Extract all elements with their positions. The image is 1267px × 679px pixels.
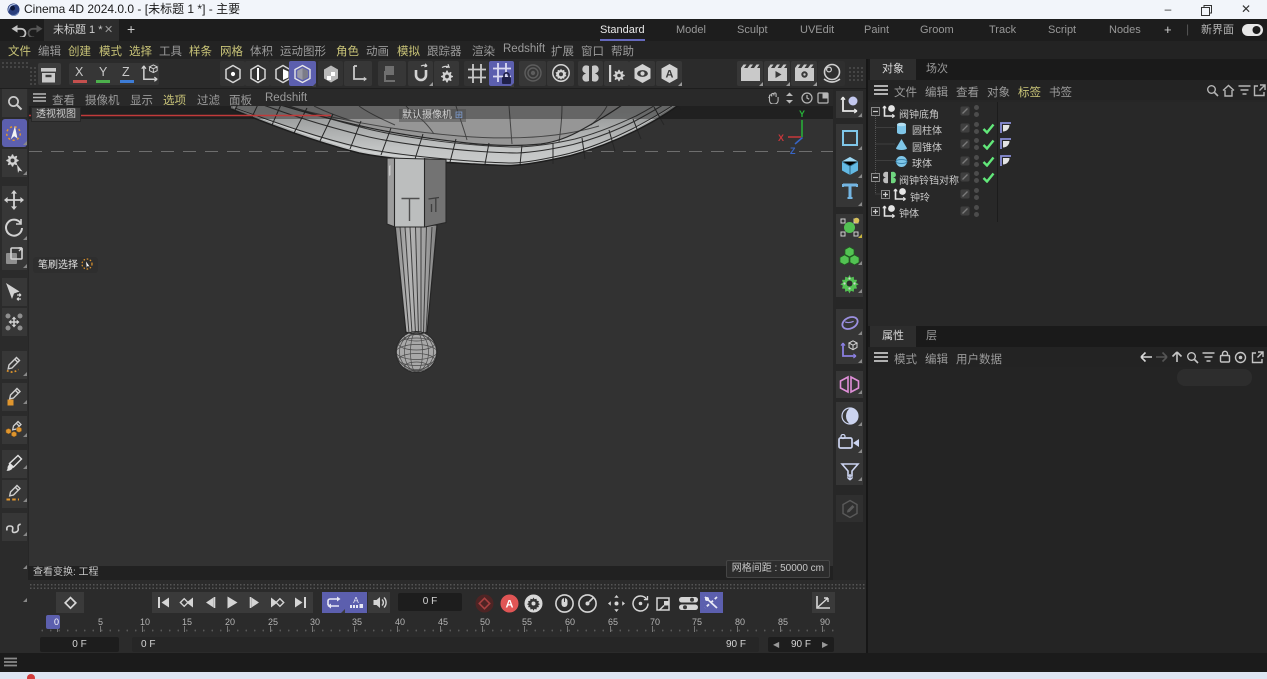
svg-text:A: A: [506, 599, 514, 611]
svg-text:A: A: [666, 69, 674, 81]
svg-text:Y: Y: [799, 109, 805, 119]
svg-text:X: X: [778, 133, 784, 143]
svg-text:Z: Z: [790, 146, 796, 156]
svg-text:A: A: [353, 595, 359, 605]
